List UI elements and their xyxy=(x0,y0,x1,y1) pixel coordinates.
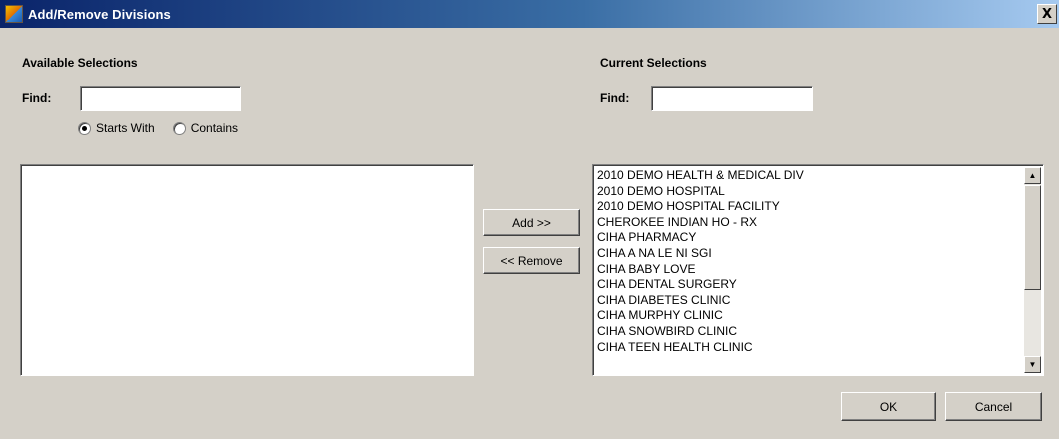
current-find-label: Find: xyxy=(600,91,630,105)
available-find-label: Find: xyxy=(22,91,52,105)
contains-radio[interactable]: Contains xyxy=(172,121,239,135)
list-item[interactable]: CIHA DIABETES CLINIC xyxy=(597,293,1021,309)
available-selections-heading: Available Selections xyxy=(22,56,138,70)
starts-with-radio-dot xyxy=(78,121,91,135)
app-icon xyxy=(5,5,23,23)
starts-with-radio[interactable]: Starts With xyxy=(78,121,155,135)
list-item[interactable]: CIHA DENTAL SURGERY xyxy=(597,277,1021,293)
title-bar: Add/Remove Divisions X xyxy=(0,0,1059,28)
scroll-down-button[interactable]: ▼ xyxy=(1024,356,1041,373)
scroll-thumb[interactable] xyxy=(1024,185,1041,290)
close-icon: X xyxy=(1041,6,1053,22)
current-find-input[interactable] xyxy=(651,86,813,111)
list-item[interactable]: 2010 DEMO HOSPITAL xyxy=(597,184,1021,200)
contains-radio-dot xyxy=(172,121,186,135)
current-list-scrollbar[interactable]: ▲ ▼ xyxy=(1024,167,1041,373)
list-item[interactable]: CIHA PHARMACY xyxy=(597,230,1021,246)
add-button[interactable]: Add >> xyxy=(483,209,580,236)
ok-button[interactable]: OK xyxy=(841,392,936,421)
current-items-container: 2010 DEMO HEALTH & MEDICAL DIV 2010 DEMO … xyxy=(597,168,1021,355)
starts-with-label: Starts With xyxy=(96,121,155,135)
list-item[interactable]: CIHA SNOWBIRD CLINIC xyxy=(597,324,1021,340)
list-item[interactable]: CIHA MURPHY CLINIC xyxy=(597,308,1021,324)
contains-label: Contains xyxy=(190,121,239,135)
list-item[interactable]: CHEROKEE INDIAN HO - RX xyxy=(597,215,1021,231)
current-selections-heading: Current Selections xyxy=(600,56,707,70)
scroll-up-button[interactable]: ▲ xyxy=(1024,167,1041,184)
close-button[interactable]: X xyxy=(1037,4,1057,24)
list-item[interactable]: CIHA BABY LOVE xyxy=(597,262,1021,278)
window-title: Add/Remove Divisions xyxy=(28,6,171,22)
remove-button[interactable]: << Remove xyxy=(483,247,580,274)
available-selections-list[interactable] xyxy=(20,164,474,376)
available-find-input[interactable] xyxy=(80,86,241,111)
scroll-down-icon: ▼ xyxy=(1028,360,1037,369)
list-item[interactable]: 2010 DEMO HOSPITAL FACILITY xyxy=(597,199,1021,215)
list-item[interactable]: 2010 DEMO HEALTH & MEDICAL DIV xyxy=(597,168,1021,184)
match-mode-group: Starts With Contains xyxy=(78,121,256,135)
list-item[interactable]: CIHA A NA LE NI SGI xyxy=(597,246,1021,262)
list-item[interactable]: CIHA TEEN HEALTH CLINIC xyxy=(597,340,1021,356)
current-selections-list[interactable]: 2010 DEMO HEALTH & MEDICAL DIV 2010 DEMO … xyxy=(592,164,1044,376)
cancel-button[interactable]: Cancel xyxy=(945,392,1042,421)
scroll-up-icon: ▲ xyxy=(1028,171,1037,180)
